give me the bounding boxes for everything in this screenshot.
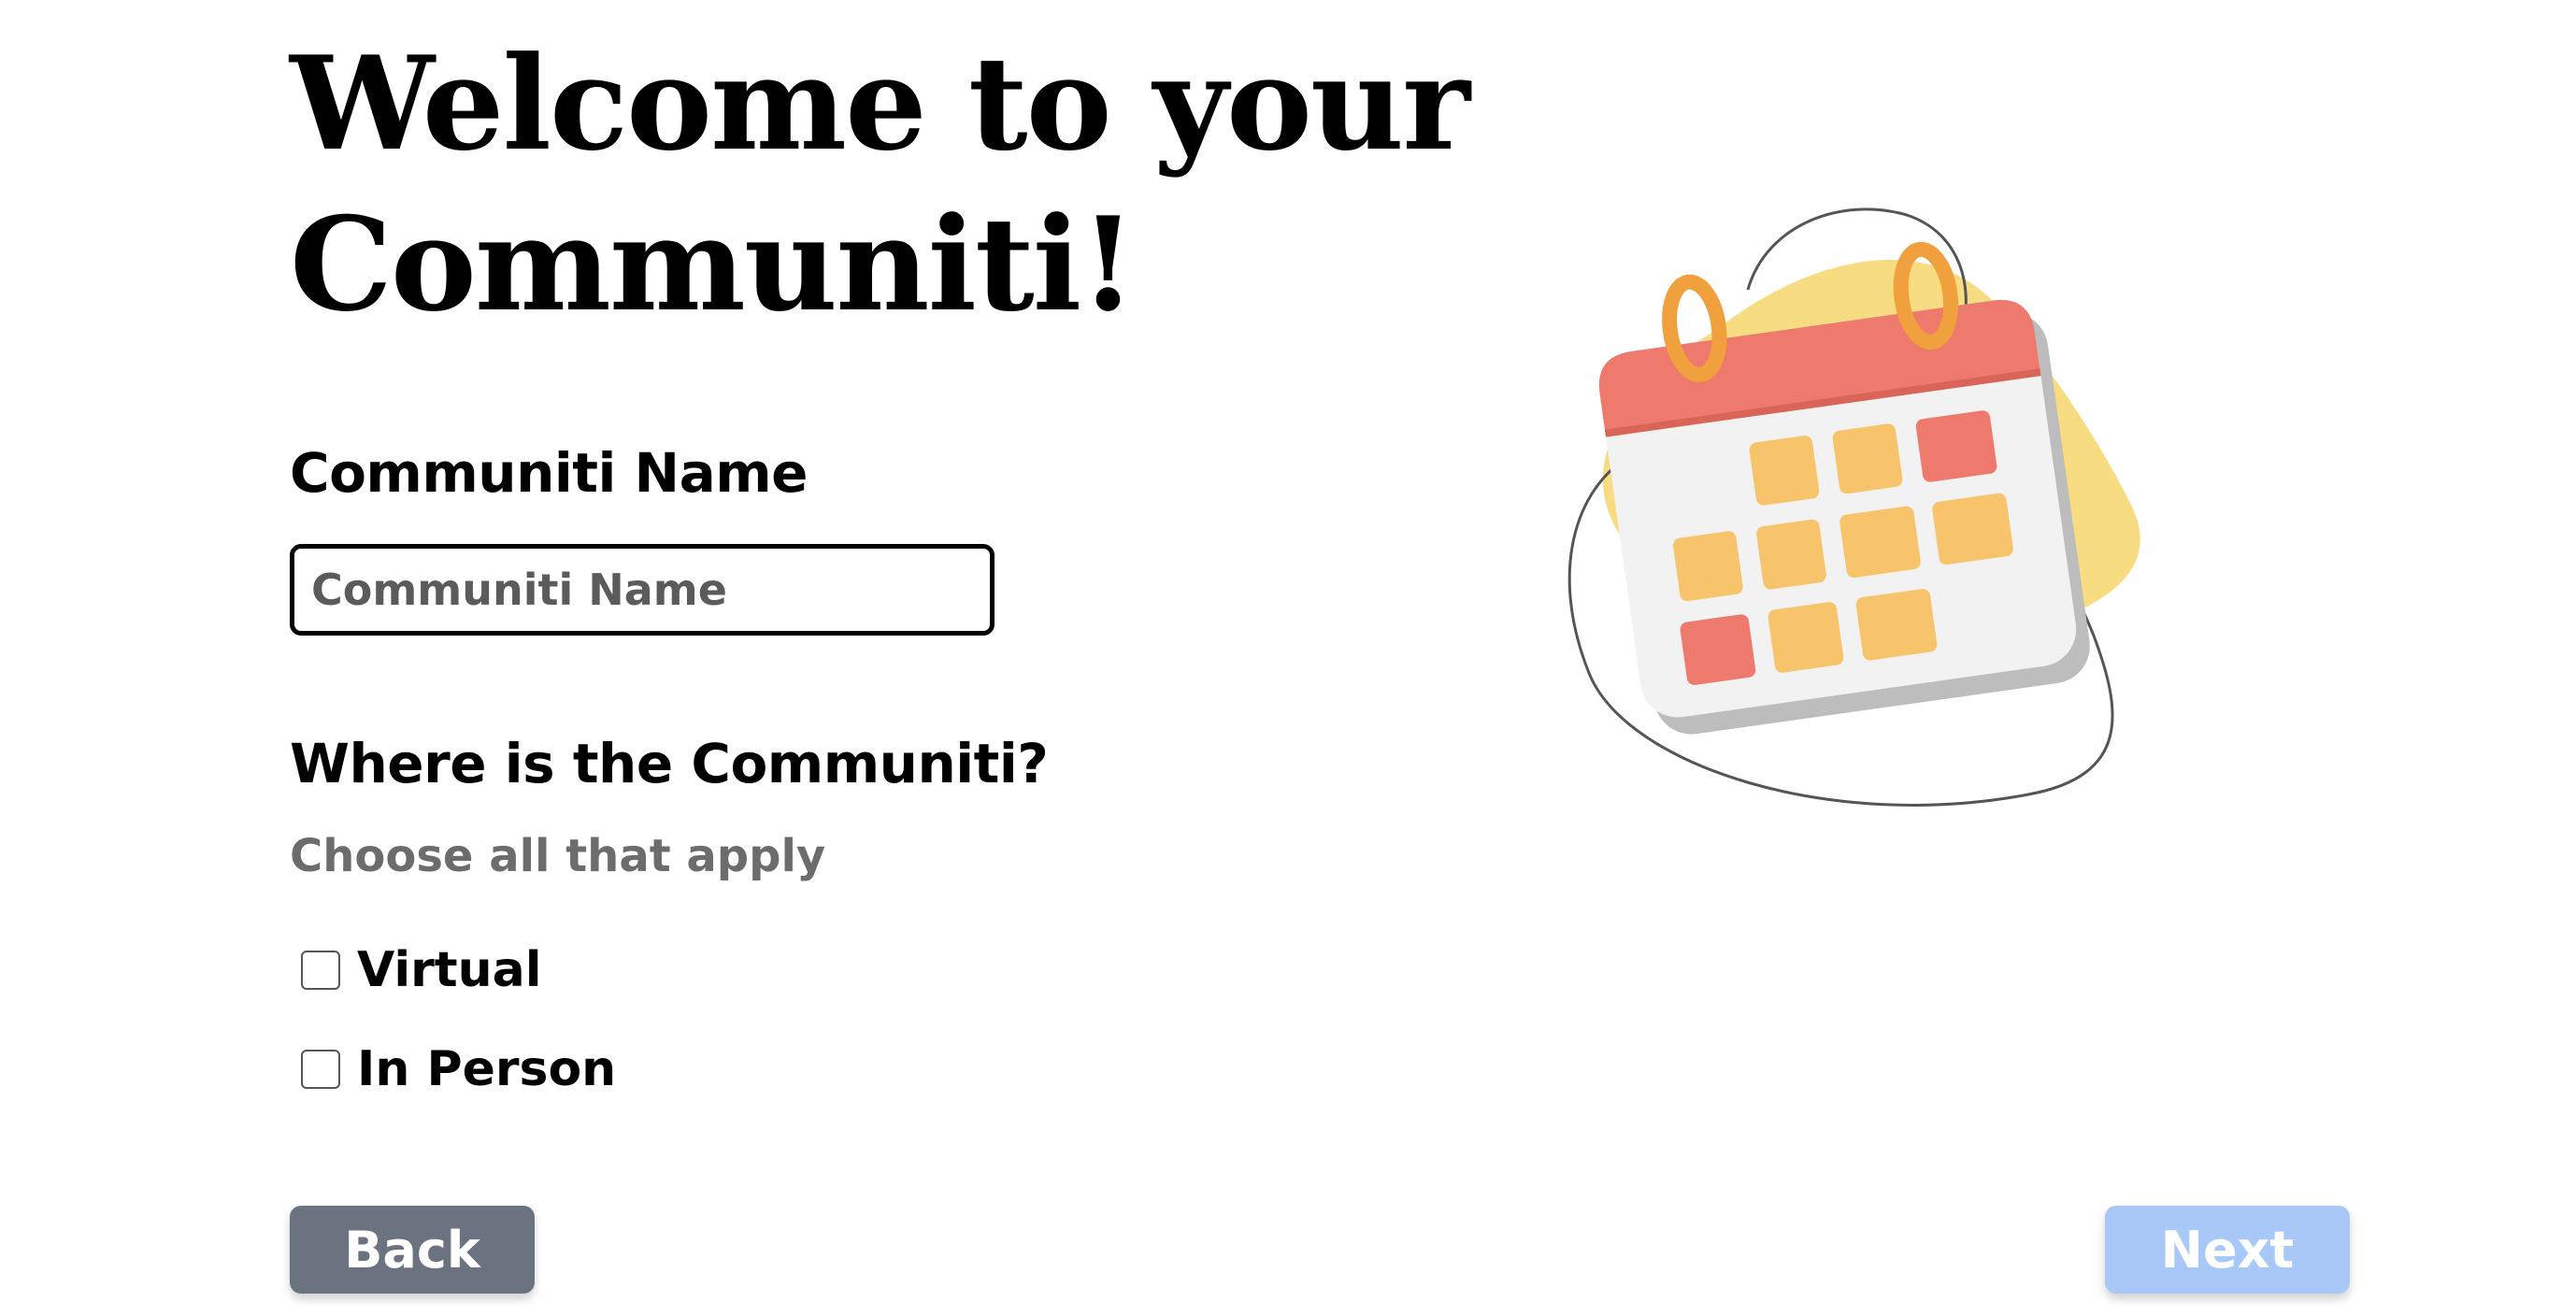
calendar-cell — [1855, 589, 1938, 661]
in-person-option[interactable]: In Person — [301, 1041, 616, 1097]
calendar-cell — [1749, 436, 1820, 506]
calendar-illustration — [1567, 207, 2140, 807]
onboarding-page: Welcome to your Communiti! Communiti Nam… — [0, 0, 2576, 1316]
virtual-checkbox[interactable] — [301, 951, 340, 990]
calendar-cell — [1915, 410, 1997, 482]
calendar-cell — [1839, 506, 1921, 579]
calendar-cell — [1680, 614, 1756, 685]
location-hint: Choose all that apply — [290, 830, 826, 882]
calendar-cell — [1932, 493, 2013, 565]
calendar-cell — [1673, 531, 1743, 602]
back-button[interactable]: Back — [290, 1206, 535, 1294]
title-line-2: Communiti! — [290, 188, 1137, 340]
calendar-cell — [1767, 602, 1844, 673]
in-person-label: In Person — [357, 1041, 617, 1097]
title-line-1: Welcome to your — [290, 27, 1470, 179]
page-title: Welcome to your Communiti! — [290, 23, 1598, 345]
in-person-checkbox[interactable] — [301, 1050, 340, 1089]
calendar-cell — [1756, 519, 1826, 590]
virtual-option[interactable]: Virtual — [301, 942, 542, 998]
communiti-name-input[interactable] — [290, 544, 995, 636]
location-question-label: Where is the Communiti? — [290, 732, 1049, 795]
communiti-name-label: Communiti Name — [290, 441, 809, 505]
virtual-label: Virtual — [357, 942, 542, 998]
next-button[interactable]: Next — [2105, 1206, 2350, 1294]
calendar-cell — [1832, 423, 1903, 494]
